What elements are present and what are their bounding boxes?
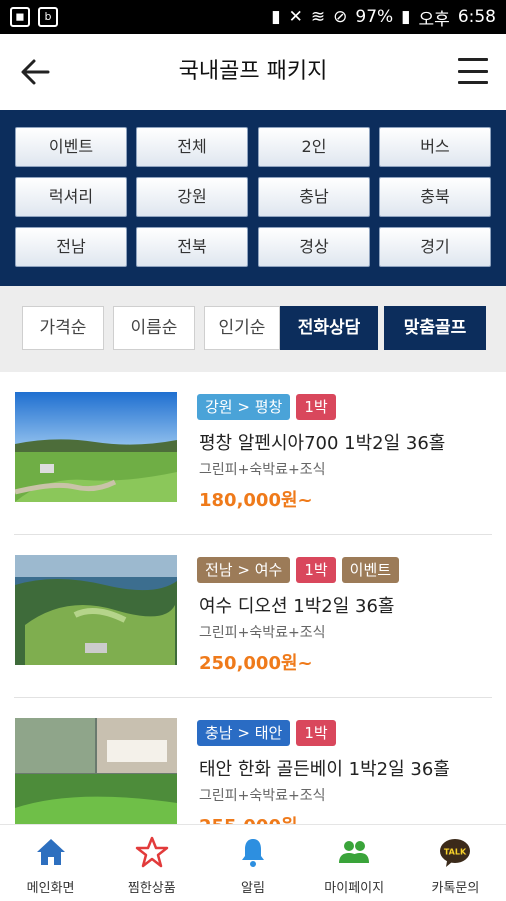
list-item[interactable]: 전남 > 여수 1박 이벤트 여수 디오션 1박2일 36홀 그린피+숙박료+조… bbox=[0, 535, 506, 698]
tab-label: 마이페이지 bbox=[324, 881, 385, 896]
golf-course-photo-yeosu bbox=[15, 555, 177, 665]
region-button-2people[interactable]: 2인 bbox=[258, 127, 370, 167]
mute-icon: ✕ bbox=[288, 7, 303, 27]
package-includes: 그린피+숙박료+조식 bbox=[199, 625, 326, 641]
region-button-luxury[interactable]: 럭셔리 bbox=[15, 177, 127, 217]
region-button-event[interactable]: 이벤트 bbox=[15, 127, 127, 167]
package-name: 여수 디오션 1박2일 36홀 bbox=[199, 596, 395, 617]
package-includes: 그린피+숙박료+조식 bbox=[199, 462, 326, 478]
region-tag: 충남 > 태안 bbox=[197, 720, 291, 746]
kakao-talk-text: TALK bbox=[444, 848, 467, 857]
region-button-gyeongsang[interactable]: 경상 bbox=[258, 227, 370, 267]
tab-kakao[interactable]: TALK 카톡문의 bbox=[405, 825, 506, 901]
region-button-gyeonggi[interactable]: 경기 bbox=[379, 227, 491, 267]
event-tag: 이벤트 bbox=[341, 557, 400, 583]
package-includes: 그린피+숙박료+조식 bbox=[199, 788, 326, 804]
package-price: 180,000원~ bbox=[199, 490, 313, 511]
sort-name-button[interactable]: 이름순 bbox=[113, 306, 195, 350]
home-icon bbox=[36, 839, 65, 865]
back-arrow-icon[interactable] bbox=[18, 54, 54, 90]
region-button-chungbuk[interactable]: 충북 bbox=[379, 177, 491, 217]
clock-period: 오후 bbox=[418, 9, 450, 30]
region-tag: 전남 > 여수 bbox=[197, 557, 291, 583]
bottom-tab-bar: 메인화면 찜한상품 알림 마이페이지 TALK 카톡문의 bbox=[0, 824, 506, 901]
region-filter-grid: 이벤트 전체 2인 버스 럭셔리 강원 충남 충북 전남 전북 경상 경기 bbox=[0, 110, 506, 286]
app-header: 국내골프 패키지 bbox=[0, 34, 506, 110]
app-notification-icon: ◼ bbox=[10, 7, 30, 27]
region-tag: 강원 > 평창 bbox=[197, 394, 291, 420]
tab-notifications[interactable]: 알림 bbox=[202, 825, 303, 901]
tab-label: 카톡문의 bbox=[431, 881, 480, 896]
package-price: 250,000원~ bbox=[199, 653, 313, 674]
list-item[interactable]: 강원 > 평창 1박 평창 알펜시아700 1박2일 36홀 그린피+숙박료+조… bbox=[0, 372, 506, 535]
nights-tag: 1박 bbox=[296, 394, 336, 420]
tab-label: 알림 bbox=[241, 881, 265, 896]
package-name: 평창 알펜시아700 1박2일 36홀 bbox=[199, 433, 446, 454]
page-title: 국내골프 패키지 bbox=[178, 59, 328, 84]
list-item[interactable]: 충남 > 태안 1박 태안 한화 골든베이 1박2일 36홀 그린피+숙박료+조… bbox=[0, 698, 506, 824]
package-list: 강원 > 평창 1박 평창 알펜시아700 1박2일 36홀 그린피+숙박료+조… bbox=[0, 372, 506, 824]
package-name: 태안 한화 골든베이 1박2일 36홀 bbox=[199, 759, 450, 780]
region-button-chungnam[interactable]: 충남 bbox=[258, 177, 370, 217]
wifi-icon: ≋ bbox=[310, 7, 326, 27]
region-button-jeonnam[interactable]: 전남 bbox=[15, 227, 127, 267]
nights-tag: 1박 bbox=[296, 557, 336, 583]
region-button-gangwon[interactable]: 강원 bbox=[136, 177, 248, 217]
tab-label: 찜한상품 bbox=[127, 881, 176, 896]
region-button-jeonbuk[interactable]: 전북 bbox=[136, 227, 248, 267]
bell-icon bbox=[242, 839, 264, 867]
tab-mypage[interactable]: 마이페이지 bbox=[304, 825, 405, 901]
app-b-icon: b bbox=[38, 7, 58, 27]
tab-wishlist[interactable]: 찜한상품 bbox=[101, 825, 202, 901]
custom-golf-button[interactable]: 맞춤골프 bbox=[384, 306, 486, 350]
package-price: 255,000원~ bbox=[199, 812, 313, 824]
users-icon bbox=[339, 841, 370, 863]
no-disturb-icon: ⊘ bbox=[333, 7, 348, 27]
nights-tag: 1박 bbox=[296, 720, 336, 746]
hamburger-menu-icon[interactable] bbox=[458, 58, 488, 84]
sort-popular-button[interactable]: 인기순 bbox=[204, 306, 280, 350]
battery-charge-icon: ▮ bbox=[271, 7, 281, 27]
region-button-all[interactable]: 전체 bbox=[136, 127, 248, 167]
sort-price-button[interactable]: 가격순 bbox=[22, 306, 104, 350]
tab-main[interactable]: 메인화면 bbox=[0, 825, 101, 901]
region-button-bus[interactable]: 버스 bbox=[379, 127, 491, 167]
phone-consult-button[interactable]: 전화상담 bbox=[280, 306, 378, 350]
golf-course-photo-taean bbox=[15, 718, 177, 824]
status-bar: ◼ b ▮ ✕ ≋ ⊘ 97% ▮ 오후 6:58 bbox=[0, 0, 506, 34]
star-icon bbox=[135, 836, 169, 868]
clock-time: 6:58 bbox=[457, 7, 496, 27]
sort-bar: 가격순 이름순 인기순 전화상담 맞춤골프 bbox=[0, 286, 506, 372]
battery-percent: 97% bbox=[355, 7, 394, 27]
battery-icon: ▮ bbox=[401, 7, 411, 27]
golf-course-photo-pyeongchang bbox=[15, 392, 177, 502]
tab-label: 메인화면 bbox=[26, 881, 75, 896]
kakao-talk-icon: TALK bbox=[440, 839, 471, 867]
